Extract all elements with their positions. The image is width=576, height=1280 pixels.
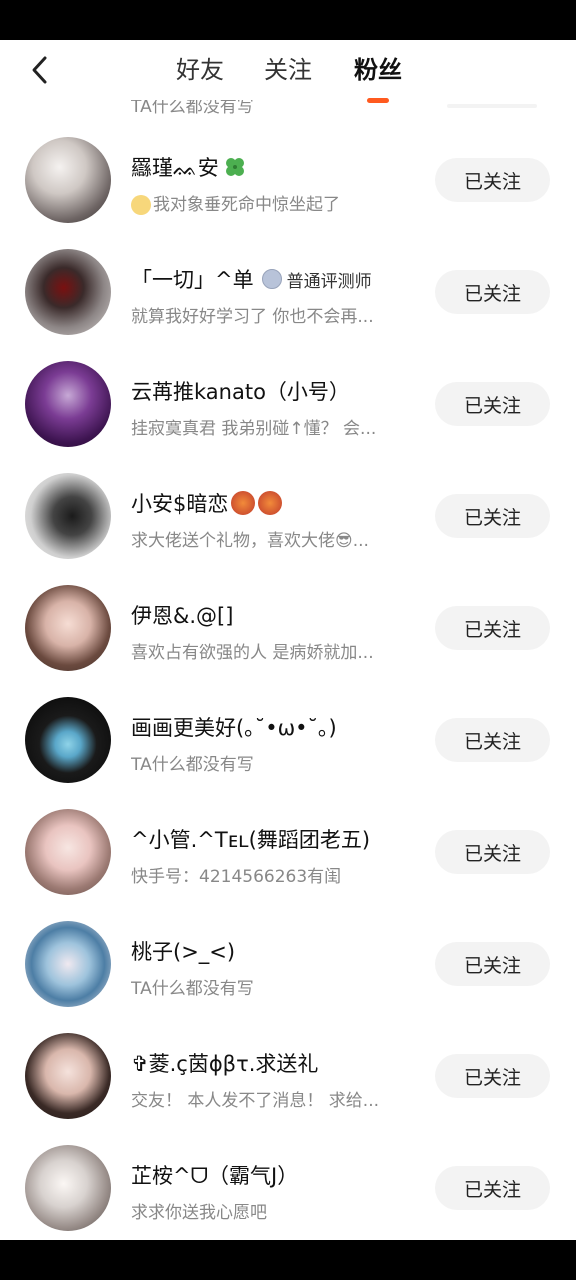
tab-followers[interactable]: 粉丝 [348,52,408,88]
reviewer-badge-icon [261,269,282,289]
grimace-emoji-icon [131,195,151,215]
avatar [25,585,111,671]
follower-name: 伊恩&.@[] [131,604,234,628]
avatar [25,473,111,559]
follower-desc: 挂寂寞真君 我弟别碰↑懂？ 会... [131,419,377,439]
follower-desc: 求求你送我心愿吧 [131,1203,267,1223]
following-button[interactable]: 已关注 [435,830,550,874]
avatar [25,921,111,1007]
avatar [25,1033,111,1119]
list-item[interactable]: 云苒推kanato（小号） 挂寂寞真君 我弟别碰↑懂？ 会... 已关注 [0,348,576,460]
follower-name: 桃子(>_<) [131,940,236,964]
avatar [25,809,111,895]
following-button[interactable]: 已关注 [435,494,550,538]
avatar [25,137,111,223]
active-tab-indicator [367,98,389,103]
follower-desc: 快手号：4214566263有闺 [131,867,342,887]
follower-desc: 喜欢占有欲强的人 是病娇就加... [131,643,374,663]
list-item[interactable]: 羉瑾ᨐ安 我对象垂死命中惊坐起了 已关注 [0,124,576,236]
follower-name: 羉瑾ᨐ安 [131,152,421,182]
follow-button-partial [447,104,537,108]
follower-name: ^小管.^Tᴇʟ(舞蹈团老五) [131,828,371,852]
follower-desc: 求大佬送个礼物，喜欢大佬😎... [131,531,369,551]
list-item[interactable]: ✞菱.ç茵ɸβτ.求送礼 交友！ 本人发不了消息！ 求给... 已关注 [0,1020,576,1132]
following-button[interactable]: 已关注 [435,1166,550,1210]
header-bar: 好友 关注 粉丝 [0,40,576,103]
chevron-left-icon [32,56,47,84]
follower-name: 「一切」^单 普通评测师 [131,267,372,292]
follower-name: 芷桉^ᗜ（霸气J） [131,1164,299,1188]
follower-name: 小安$暗恋 [131,488,421,518]
reviewer-badge: 普通评测师 [261,267,372,292]
list-item[interactable]: 桃子(>_<) TA什么都没有写 已关注 [0,908,576,1020]
follower-desc: 我对象垂死命中惊坐起了 [131,190,413,216]
avatar [25,1145,111,1231]
list-item[interactable]: 芷桉^ᗜ（霸气J） 求求你送我心愿吧 已关注 [0,1132,576,1240]
follower-desc: TA什么都没有写 [131,979,254,999]
following-button[interactable]: 已关注 [435,382,550,426]
follower-desc: TA什么都没有写 [131,755,254,775]
list-item[interactable]: ^小管.^Tᴇʟ(舞蹈团老五) 快手号：4214566263有闺 已关注 [0,796,576,908]
tab-friends[interactable]: 好友 [170,52,230,88]
avatar [25,697,111,783]
list-item[interactable]: 小安$暗恋 求大佬送个礼物，喜欢大佬😎... 已关注 [0,460,576,572]
follower-desc: 交友！ 本人发不了消息！ 求给... [131,1091,380,1111]
angry-face-icon [258,491,283,515]
followers-screen: 好友 关注 粉丝 TA什么都没有写 羉瑾ᨐ安 我对象垂死命中惊坐起了 已关注 「… [0,40,576,1240]
tab-following[interactable]: 关注 [258,52,318,88]
avatar [25,361,111,447]
following-button[interactable]: 已关注 [435,158,550,202]
following-button[interactable]: 已关注 [435,606,550,650]
list-item[interactable]: 画画更美好(｡˘•ω•˘｡) TA什么都没有写 已关注 [0,684,576,796]
following-button[interactable]: 已关注 [435,1054,550,1098]
list-item[interactable]: 伊恩&.@[] 喜欢占有欲强的人 是病娇就加... 已关注 [0,572,576,684]
angry-face-icon [231,491,256,515]
avatar [25,249,111,335]
follower-desc: 就算我好好学习了 你也不会再... [131,307,374,327]
follower-name: 云苒推kanato（小号） [131,380,350,404]
following-button[interactable]: 已关注 [435,718,550,762]
list-item[interactable]: 「一切」^单 普通评测师 就算我好好学习了 你也不会再... 已关注 [0,236,576,348]
four-leaf-clover-icon [225,158,244,176]
follower-name: 画画更美好(｡˘•ω•˘｡) [131,716,337,740]
following-button[interactable]: 已关注 [435,942,550,986]
follower-name: ✞菱.ç茵ɸβτ.求送礼 [131,1052,319,1076]
back-button[interactable] [22,52,58,88]
following-button[interactable]: 已关注 [435,270,550,314]
